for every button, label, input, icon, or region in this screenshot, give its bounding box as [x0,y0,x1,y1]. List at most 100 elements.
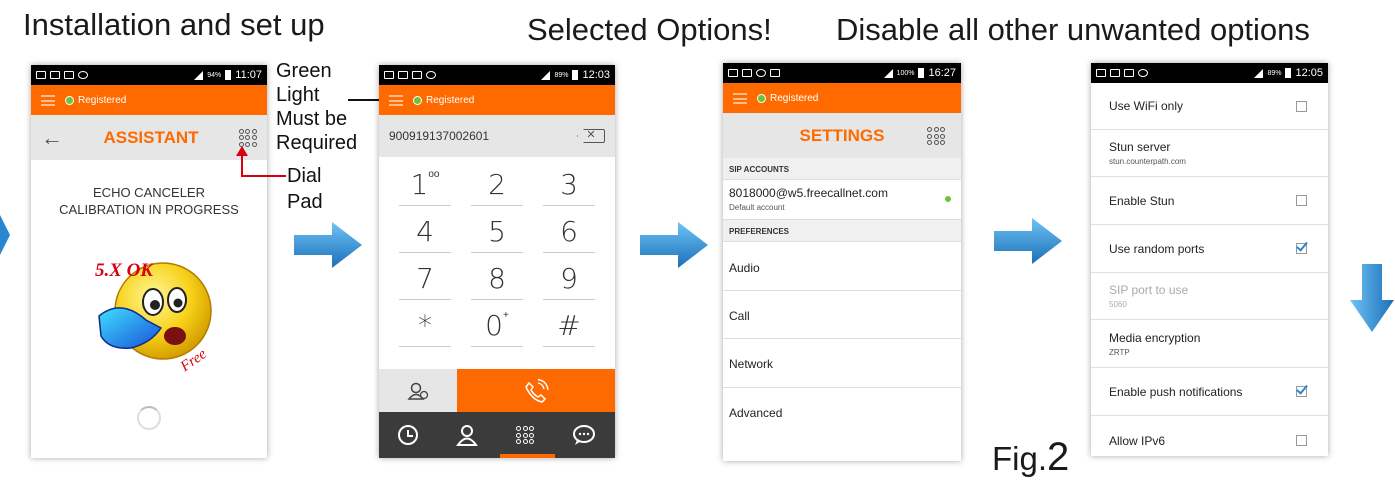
add-contact-button[interactable] [379,369,457,412]
dialpad-key-underline [399,346,451,347]
network-setting-text: SIP port to use 5060 [1109,283,1188,309]
menu-icon[interactable] [41,94,55,106]
registered-led-icon [65,95,74,105]
bottom-nav [379,412,615,458]
dialpad-key-digit: 9 [560,262,578,295]
dialpad-key[interactable]: * [389,302,461,349]
signal-icon [883,68,893,78]
checkbox-unchecked[interactable] [1296,100,1307,112]
dialpad-key-digit: 3 [560,168,578,201]
menu-icon[interactable] [389,94,403,106]
dialpad-key[interactable]: 4 [389,208,461,255]
checkbox-checked[interactable] [1296,239,1308,254]
network-setting-row[interactable]: Use WiFi only [1091,83,1328,130]
heading-disable-options: Disable all other unwanted options [836,12,1310,47]
dialpad-key[interactable]: # [533,302,605,349]
settings-item-call[interactable]: Call [723,291,961,339]
phone-call-icon [525,378,549,403]
network-setting-row[interactable]: Use random ports [1091,225,1328,273]
dialpad-key[interactable]: 3 [533,161,605,208]
dialpad-pointer-arrow [236,146,286,177]
settings-item-advanced[interactable]: Advanced [723,388,961,437]
dialpad-tab[interactable] [516,426,534,444]
page-title: SETTINGS [799,125,885,145]
checkbox-unchecked[interactable] [1296,435,1307,446]
checkmark-icon [1296,239,1308,252]
dialpad-key[interactable]: 0 + [461,302,533,349]
checkbox-checked[interactable] [1296,382,1308,397]
mail-icon [36,71,46,79]
dialpad-key[interactable]: 9 [533,255,605,302]
figure-number: 2 [1047,435,1070,479]
status-time: 12:05 [1295,67,1323,79]
account-status-dot [945,196,951,202]
dialpad-key-underline [471,205,523,206]
image-icon [412,71,422,79]
network-setting-label: Stun server [1109,140,1171,154]
download-icon [770,69,780,77]
settings-item-network[interactable]: Network [723,339,961,388]
checkbox-unchecked[interactable] [1296,195,1307,206]
registration-status: Registered [757,93,818,104]
dialpad-icon[interactable] [238,128,257,147]
network-setting-row[interactable]: Enable push notifications [1091,368,1328,416]
app-icon [78,71,88,79]
network-settings-list: Use WiFi only Stun server stun.counterpath… [1091,83,1328,456]
status-bar: 89% 12:03 [379,65,615,85]
network-setting-text: Enable Stun [1109,194,1174,208]
network-setting-text: Use random ports [1109,242,1204,256]
status-bar: 89% 12:05 [1091,63,1328,83]
signal-icon [1254,68,1264,78]
dialpad-key[interactable]: 2 [461,161,533,208]
network-setting-row[interactable]: Stun server stun.counterpath.com [1091,130,1328,177]
dialed-number[interactable]: 900919137002601 [389,129,489,143]
app-icon [426,71,436,79]
network-setting-row[interactable]: Allow IPv6 [1091,416,1328,456]
dialpad-key[interactable]: 7 [389,255,461,302]
dialpad-key[interactable]: 8 [461,255,533,302]
settings-item-audio[interactable]: Audio [723,242,961,291]
dialpad-key[interactable]: 1 oo [389,161,461,208]
status-time: 12:03 [582,69,610,81]
call-button[interactable] [457,369,615,412]
menu-icon[interactable] [733,92,747,104]
dialpad-icon[interactable] [927,127,945,145]
backspace-icon[interactable]: ✕ [577,129,605,143]
battery-icon [572,70,579,80]
call-bar [379,369,615,412]
dialpad-key-sub: oo [428,169,440,180]
loading-spinner [137,406,161,430]
annotation-line: Green [276,60,332,82]
dialpad-key[interactable]: 5 [461,208,533,255]
section-header-sip: SIP ACCOUNTS [723,158,961,180]
back-arrow-icon[interactable]: ← [41,125,63,151]
registered-led-icon [413,95,422,105]
top-bar: Registered [723,83,961,113]
calibration-message: ECHO CANCELER CALIBRATION IN PROGRESS [31,184,267,218]
signal-icon [541,70,551,80]
chat-tab-icon[interactable] [572,424,596,446]
signal-icon [194,70,204,80]
dialpad-key[interactable]: 6 [533,208,605,255]
network-setting-label: Media encryption [1109,330,1201,345]
phone-network-settings-screen: 89% 12:05 Use WiFi only Stun server stun.co… [1091,63,1328,456]
missed-call-icon [1110,69,1120,77]
history-tab-icon[interactable] [398,425,418,445]
network-setting-label: Use WiFi only [1109,99,1184,113]
app-icon [756,69,766,77]
image-icon [1124,69,1134,77]
flow-arrow-3 [994,218,1062,264]
network-setting-row[interactable]: Enable Stun [1091,177,1328,225]
network-setting-label: SIP port to use [1109,283,1189,297]
battery-percent: 94% [207,71,222,79]
network-setting-value: ZRTP [1109,347,1130,357]
network-setting-row[interactable]: Media encryption ZRTP [1091,320,1328,368]
message-line-1: ECHO CANCELER [93,185,205,200]
network-setting-text: Stun server stun.counterpath.com [1109,140,1186,166]
contacts-tab-icon[interactable] [456,424,478,446]
phone-assistant-screen: 94% 11:07 Registered ← ASSISTANT ECHO CAN… [31,65,267,458]
image-icon [64,71,74,79]
message-line-2: CALIBRATION IN PROGRESS [59,202,239,217]
sip-account-item[interactable]: 8018000@w5.freecallnet.com Default accou… [723,180,961,220]
dialpad-key-underline [471,252,523,253]
